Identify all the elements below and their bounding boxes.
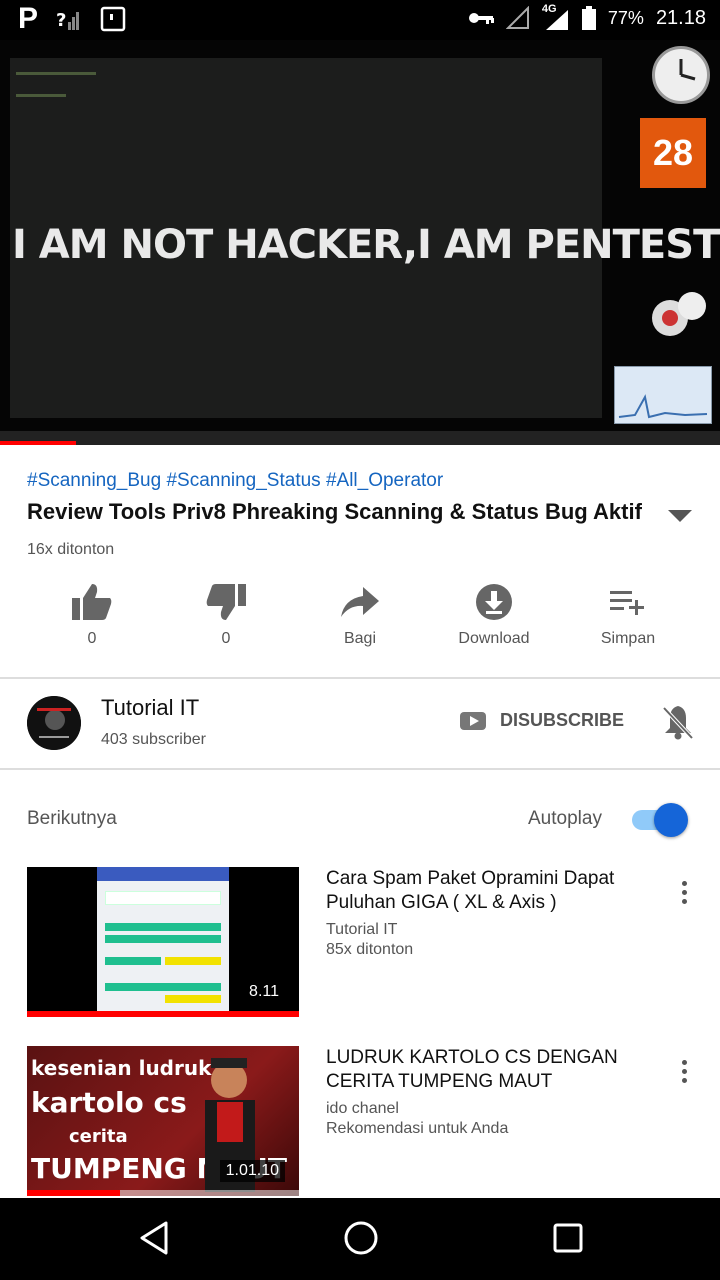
video-player[interactable]: I AM NOT HACKER,I AM PENTESTING 28 [0, 40, 720, 445]
autoplay-toggle[interactable] [632, 803, 688, 837]
unsubscribe-label: DISUBSCRIBE [500, 710, 625, 730]
more-options-icon[interactable] [682, 1060, 690, 1087]
screenshot-icon [100, 6, 126, 32]
like-count: 0 [87, 630, 97, 647]
unsubscribe-button[interactable]: DISUBSCRIBE [460, 710, 624, 731]
video-progress-bar[interactable] [0, 441, 76, 445]
video-title: Review Tools Priv8 Phreaking Scanning & … [27, 499, 642, 524]
svg-text:?: ? [56, 10, 66, 31]
video-duration: 1.01.10 [219, 1160, 285, 1182]
view-count: 16x ditonton [27, 541, 115, 558]
channel-avatar[interactable] [27, 696, 81, 750]
watch-progress-bar [27, 1190, 120, 1196]
recommendation-channel: ido chanel [326, 1100, 399, 1117]
dislike-count: 0 [221, 630, 231, 647]
download-button[interactable]: Download [427, 582, 561, 648]
subscriber-count: 403 subscriber [101, 731, 206, 748]
chevron-down-icon[interactable] [668, 508, 692, 524]
notifications-off-icon[interactable] [662, 704, 694, 740]
thumb-text: cerita [69, 1126, 128, 1147]
thumbs-down-icon [206, 584, 246, 620]
calendar-widget: 28 [640, 118, 706, 188]
recommendation-title[interactable]: Cara Spam Paket Opramini Dapat Puluhan G… [326, 867, 646, 915]
home-icon[interactable] [343, 1220, 379, 1256]
save-button[interactable]: Simpan [561, 582, 695, 648]
clock-widget-icon [652, 46, 710, 104]
video-taskbar [0, 431, 720, 445]
video-thumbnail[interactable]: 8.11 [27, 867, 299, 1017]
thumb-text: kesenian ludruk [31, 1056, 212, 1080]
save-label: Simpan [600, 630, 656, 647]
recommendation-views: 85x ditonton [326, 941, 414, 958]
share-arrow-icon [341, 587, 379, 617]
playlist-add-icon [610, 591, 644, 615]
divider [0, 768, 720, 770]
video-duration: 8.11 [249, 983, 279, 1000]
network-4g-icon: 4G [542, 3, 570, 30]
hashtag-links[interactable]: #Scanning_Bug #Scanning_Status #All_Oper… [27, 470, 443, 492]
battery-icon [581, 6, 596, 30]
navigation-bar [0, 1198, 720, 1280]
youtube-play-icon [460, 711, 486, 730]
status-bar: P ? 4G 77% 21.18 [0, 0, 720, 40]
autoplay-label: Autoplay [528, 808, 602, 829]
channel-name[interactable]: Tutorial IT [101, 695, 199, 721]
download-label: Download [458, 630, 530, 647]
recommendation-meta: Rekomendasi untuk Anda [326, 1120, 509, 1137]
video-thumbnail[interactable]: kesenian ludruk kartolo cs cerita TUMPEN… [27, 1046, 299, 1196]
cpu-graph-widget [614, 366, 712, 424]
app-notification-icon: P [18, 2, 39, 35]
video-overlay-text: I AM NOT HACKER,I AM PENTESTING [12, 222, 720, 268]
gadget-icon [648, 290, 708, 340]
more-options-icon[interactable] [682, 881, 690, 908]
clock-time: 21.18 [655, 6, 706, 29]
recommendation-item[interactable]: 8.11 Cara Spam Paket Opramini Dapat Pulu… [27, 867, 697, 1017]
thumb-text: kartolo cs [31, 1086, 187, 1119]
download-icon [476, 584, 512, 620]
divider [0, 677, 720, 679]
recents-icon[interactable] [552, 1220, 584, 1256]
up-next-label: Berikutnya [27, 808, 117, 829]
battery-percent: 77% [607, 7, 644, 28]
no-signal-icon: ? [56, 10, 80, 31]
key-icon [468, 13, 494, 24]
signal-empty-icon [505, 6, 529, 29]
share-label: Bagi [343, 630, 377, 647]
thumbs-up-icon [72, 584, 112, 620]
like-button[interactable]: 0 [25, 582, 159, 648]
recommendation-title[interactable]: LUDRUK KARTOLO CS DENGAN CERITA TUMPENG … [326, 1046, 646, 1094]
watch-progress-bar [27, 1011, 299, 1017]
dislike-button[interactable]: 0 [159, 582, 293, 648]
recommendation-item[interactable]: kesenian ludruk kartolo cs cerita TUMPEN… [27, 1046, 697, 1196]
back-icon[interactable] [138, 1220, 170, 1256]
action-bar: 0 0 Bagi Download Simpan [25, 582, 695, 652]
share-button[interactable]: Bagi [293, 582, 427, 648]
recommendation-channel: Tutorial IT [326, 921, 398, 938]
